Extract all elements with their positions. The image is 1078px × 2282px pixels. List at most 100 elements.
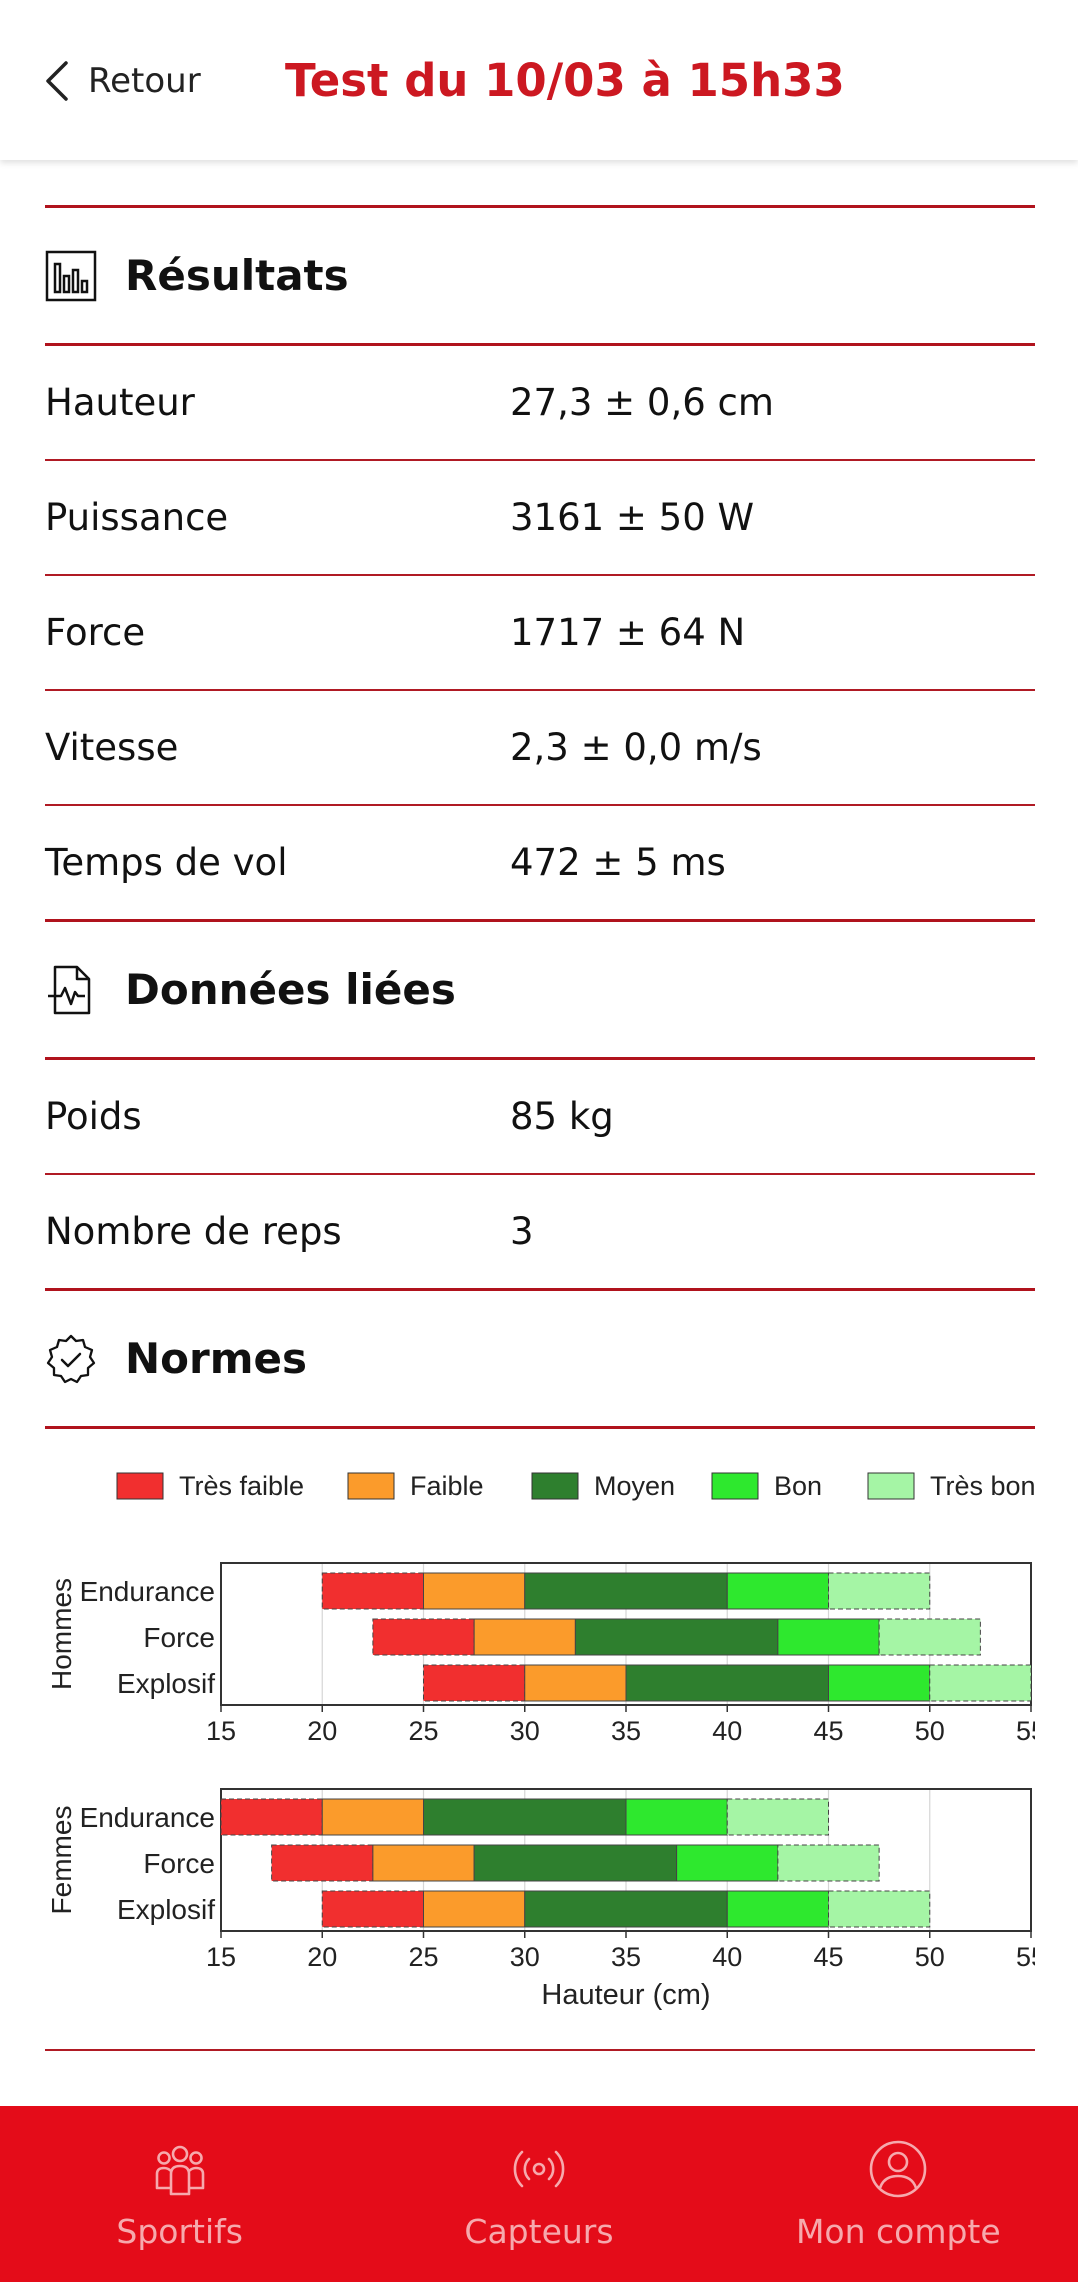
sensor-broadcast-icon xyxy=(513,2150,565,2187)
bar-segment xyxy=(271,1844,374,1882)
bar-chart-icon xyxy=(45,250,97,301)
back-label: Retour xyxy=(88,61,201,101)
tick-label: 35 xyxy=(611,1942,641,1972)
tick-label: 30 xyxy=(510,1942,540,1972)
bar-segment xyxy=(929,1664,1032,1702)
bar-segment xyxy=(828,1572,931,1610)
result-value: 1717 ± 64 N xyxy=(510,611,746,654)
tick-label: 15 xyxy=(206,1942,236,1972)
test-details: Résultats Hauteur 27,3 ± 0,6 cm Puissanc… xyxy=(45,205,1035,2051)
bar-segment xyxy=(726,1890,829,1928)
linked-value: 85 kg xyxy=(510,1095,614,1138)
section-linked-data-title: Données liées xyxy=(125,965,456,1014)
tick-label: 15 xyxy=(206,1716,236,1746)
legend-label: Faible xyxy=(410,1471,484,1501)
tab-label: Mon compte xyxy=(795,2211,1001,2251)
group-label: Hommes xyxy=(46,1578,77,1690)
bar-segment xyxy=(777,1618,880,1656)
bottom-tab-bar: Sportifs Capteurs Mon compte xyxy=(0,2106,1078,2282)
linked-label: Poids xyxy=(45,1095,142,1138)
tick-label: 45 xyxy=(813,1716,843,1746)
top-bar: Retour Test du 10/03 à 15h33 xyxy=(0,0,1078,160)
bar-segment xyxy=(423,1664,526,1702)
tick-label: 40 xyxy=(712,1716,742,1746)
tick-label: 45 xyxy=(813,1942,843,1972)
bar-segment xyxy=(423,1572,526,1610)
file-pulse-icon xyxy=(48,965,91,1014)
tick-label: 55 xyxy=(1016,1716,1035,1746)
bar-segment xyxy=(524,1664,627,1702)
section-norms-header: Normes xyxy=(45,1291,1035,1426)
tick-label: 30 xyxy=(510,1716,540,1746)
result-row-temps-de-vol: Temps de vol 472 ± 5 ms xyxy=(45,806,1035,919)
result-row-puissance: Puissance 3161 ± 50 W xyxy=(45,461,1035,574)
legend-label: Bon xyxy=(774,1471,822,1501)
bar-segment xyxy=(473,1618,576,1656)
tick-label: 50 xyxy=(915,1716,945,1746)
bar-segment xyxy=(878,1618,981,1656)
norms-chart: Très faible Faible Moyen Bon Très bon Enduran… xyxy=(45,1429,1035,2049)
bar-segment xyxy=(473,1844,678,1882)
linked-row-poids: Poids 85 kg xyxy=(45,1060,1035,1173)
tick-label: 25 xyxy=(408,1942,438,1972)
result-label: Hauteur xyxy=(45,381,195,424)
result-row-force: Force 1717 ± 64 N xyxy=(45,576,1035,689)
legend-label: Moyen xyxy=(594,1471,675,1501)
result-label: Temps de vol xyxy=(45,841,288,884)
group-label: Femmes xyxy=(46,1806,77,1915)
category-label: Endurance xyxy=(80,1576,215,1607)
legend-label: Très bon xyxy=(930,1471,1035,1501)
category-label: Endurance xyxy=(80,1802,215,1833)
tab-label: Sportifs xyxy=(116,2211,243,2251)
tab-capteurs[interactable]: Capteurs xyxy=(359,2106,718,2282)
badge-check-icon xyxy=(46,1334,96,1383)
tick-label: 55 xyxy=(1016,1942,1035,1972)
tab-mon-compte[interactable]: Mon compte xyxy=(719,2106,1078,2282)
tick-label: 50 xyxy=(915,1942,945,1972)
users-icon xyxy=(155,2145,204,2195)
result-label: Vitesse xyxy=(45,726,179,769)
linked-label: Nombre de reps xyxy=(45,1210,342,1253)
legend-swatch xyxy=(867,1472,915,1500)
tick-label: 20 xyxy=(307,1942,337,1972)
bar-segment xyxy=(321,1798,424,1836)
x-axis-label: Hauteur (cm) xyxy=(541,1979,710,2011)
norms-chart-svg: Très faible Faible Moyen Bon Très bon Enduran… xyxy=(46,1471,1035,2011)
bar-segment xyxy=(321,1890,424,1928)
section-norms-title: Normes xyxy=(125,1334,307,1383)
tab-sportifs[interactable]: Sportifs xyxy=(0,2106,359,2282)
bar-segment xyxy=(726,1798,829,1836)
bar-segment xyxy=(372,1618,475,1656)
bar-segment xyxy=(220,1798,323,1836)
page-title: Test du 10/03 à 15h33 xyxy=(285,54,845,107)
tick-label: 35 xyxy=(611,1716,641,1746)
category-label: Force xyxy=(143,1622,215,1653)
linked-value: 3 xyxy=(510,1210,534,1253)
chevron-left-icon xyxy=(46,61,68,101)
bar-segment xyxy=(777,1844,880,1882)
back-button[interactable]: Retour xyxy=(42,56,201,106)
bar-segment xyxy=(828,1890,931,1928)
section-results-header: Résultats xyxy=(45,208,1035,343)
legend-swatch xyxy=(347,1472,395,1500)
bar-segment xyxy=(574,1618,779,1656)
legend-swatch xyxy=(116,1472,164,1500)
bar-segment xyxy=(524,1572,728,1610)
tick-label: 20 xyxy=(307,1716,337,1746)
result-label: Puissance xyxy=(45,496,229,539)
tab-label: Capteurs xyxy=(464,2211,614,2251)
bar-segment xyxy=(372,1844,475,1882)
linked-row-nombre-de-reps: Nombre de reps 3 xyxy=(45,1175,1035,1288)
bar-segment xyxy=(321,1572,424,1610)
category-label: Force xyxy=(143,1848,215,1879)
tick-label: 40 xyxy=(712,1942,742,1972)
bar-segment xyxy=(726,1572,829,1610)
bar-segment xyxy=(676,1844,779,1882)
legend-swatch xyxy=(711,1472,759,1500)
result-value: 472 ± 5 ms xyxy=(510,841,726,884)
bar-segment xyxy=(625,1798,728,1836)
section-results-title: Résultats xyxy=(125,251,349,300)
legend-swatch xyxy=(531,1472,579,1500)
tick-label: 25 xyxy=(408,1716,438,1746)
section-linked-data-header: Données liées xyxy=(45,922,1035,1057)
